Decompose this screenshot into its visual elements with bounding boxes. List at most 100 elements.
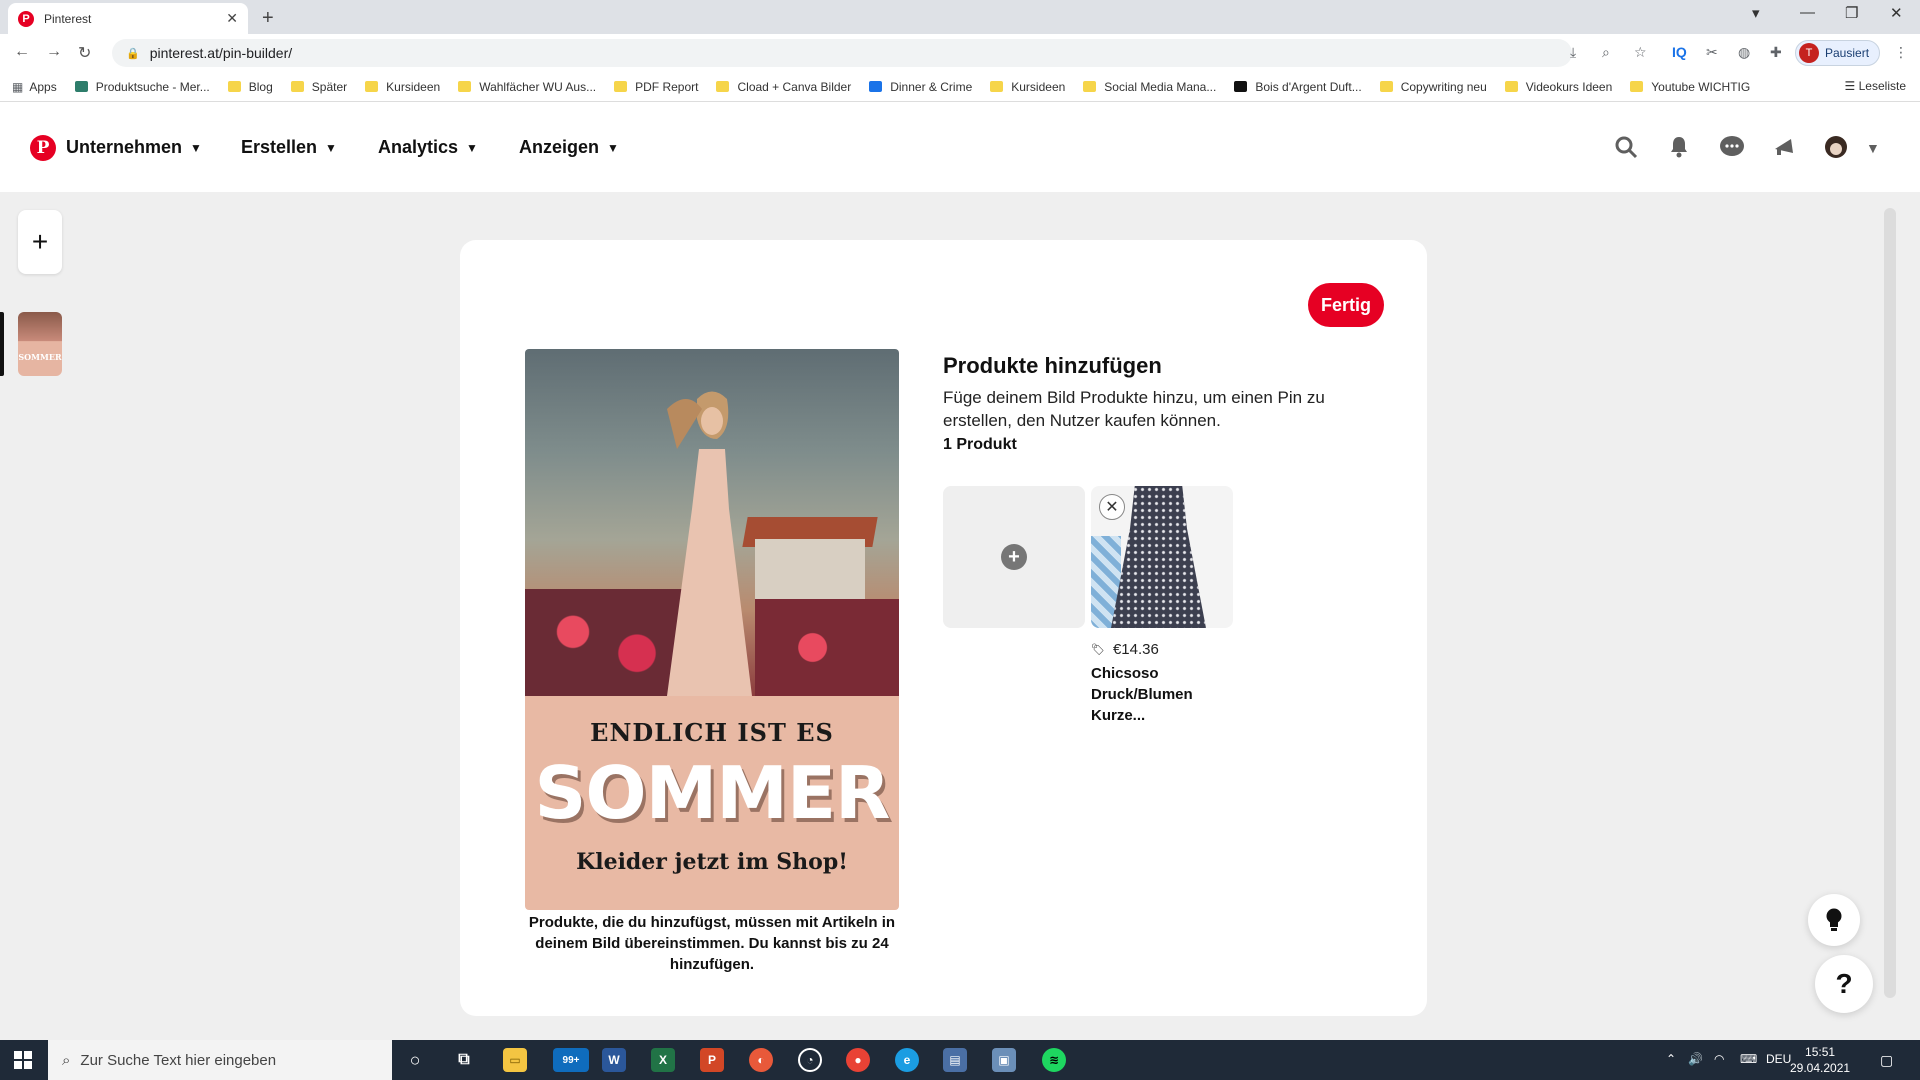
bookmark-item[interactable]: PDF Report — [614, 80, 698, 94]
windows-start-icon[interactable] — [14, 1051, 32, 1069]
site-icon — [869, 81, 883, 92]
excel-icon[interactable]: X — [651, 1048, 675, 1072]
minimize-icon[interactable]: — — [1800, 4, 1815, 21]
word-icon[interactable]: W — [602, 1048, 626, 1072]
products-title: Produkte hinzufügen — [943, 353, 1162, 378]
pinterest-logo-icon[interactable]: P — [30, 135, 56, 161]
back-icon[interactable]: ← — [14, 43, 30, 61]
banner-line-2: SOMMER — [534, 751, 891, 835]
chrome-icon[interactable]: ● — [846, 1048, 870, 1072]
bookmark-item[interactable]: Produktsuche - Mer... — [74, 80, 210, 94]
add-product-button[interactable]: + — [943, 486, 1085, 628]
nav-anzeigen[interactable]: Anzeigen ▼ — [519, 137, 619, 158]
product-tagging-card: Fertig ENDLICH IST ES SOMMER Kleider jet… — [460, 240, 1427, 1016]
bookmark-item[interactable]: Kursideen — [365, 80, 440, 94]
tips-button[interactable] — [1808, 894, 1860, 946]
extension-2-icon[interactable]: ◍ — [1738, 44, 1750, 61]
products-description: Füge deinem Bild Produkte hinzu, um eine… — [943, 388, 1325, 430]
search-icon: ⌕ — [62, 1051, 71, 1069]
bookmark-item[interactable]: Cload + Canva Bilder — [716, 80, 851, 94]
profile-button[interactable]: T Pausiert — [1795, 40, 1881, 66]
volume-icon[interactable]: 🔊 — [1688, 1052, 1703, 1066]
keyboard-icon[interactable]: ⌨ — [1740, 1052, 1757, 1066]
bookmark-item[interactable]: Youtube WICHTIG — [1630, 80, 1750, 94]
restore-icon[interactable]: ❐ — [1845, 4, 1858, 22]
task-view-icon[interactable]: ⧉ — [452, 1048, 476, 1072]
iq-extension-icon[interactable]: IQ — [1672, 44, 1687, 60]
language-indicator[interactable]: DEU — [1766, 1052, 1791, 1066]
extension-icon[interactable]: ✂ — [1706, 44, 1718, 61]
lightbulb-icon — [1826, 908, 1842, 931]
notifications-bell-icon[interactable] — [1667, 135, 1691, 159]
chevron-down-icon: ▼ — [466, 140, 478, 155]
done-button[interactable]: Fertig — [1308, 283, 1384, 327]
powerpoint-icon[interactable]: P — [700, 1048, 724, 1072]
edge-icon[interactable]: e — [895, 1048, 919, 1072]
add-pin-button[interactable]: + — [18, 210, 62, 274]
mail-icon[interactable]: 99+ — [553, 1048, 589, 1072]
bookmark-item[interactable]: Blog — [227, 80, 273, 94]
reading-list[interactable]: ☰ Leseliste — [1845, 79, 1906, 93]
cortana-icon[interactable]: ○ — [403, 1048, 427, 1072]
puzzle-icon[interactable]: ✚ — [1770, 44, 1782, 61]
nav-unternehmen[interactable]: Unternehmen ▼ — [66, 137, 202, 158]
folder-icon — [1504, 81, 1518, 92]
banner-line-1: ENDLICH IST ES — [590, 718, 834, 747]
nav-analytics[interactable]: Analytics ▼ — [378, 137, 478, 158]
notification-center-icon[interactable]: ▢ — [1880, 1052, 1893, 1069]
bookmark-item[interactable]: Kursideen — [990, 80, 1065, 94]
pin-draft-thumbnail[interactable]: SOMMER — [18, 312, 62, 376]
app-3-icon[interactable]: ▤ — [943, 1048, 967, 1072]
account-avatar-icon[interactable] — [1824, 135, 1848, 159]
file-explorer-icon[interactable]: ▭ — [503, 1048, 527, 1072]
search-icon[interactable] — [1614, 135, 1638, 159]
bookmark-item[interactable]: Copywriting neu — [1379, 80, 1487, 94]
forward-icon[interactable]: → — [46, 43, 62, 61]
bookmark-item[interactable]: Wahlfächer WU Aus... — [458, 80, 596, 94]
remove-product-icon[interactable]: ✕ — [1099, 494, 1125, 520]
apps-grid-icon: ▦ — [12, 79, 24, 94]
reload-icon[interactable]: ↻ — [78, 43, 91, 63]
page-scrollbar[interactable] — [1884, 208, 1896, 998]
taskbar-clock[interactable]: 15:51 29.04.2021 — [1790, 1044, 1850, 1076]
nav-erstellen[interactable]: Erstellen ▼ — [241, 137, 337, 158]
app-icon[interactable]: ◐ — [749, 1048, 773, 1072]
tray-chevron-up-icon[interactable]: ⌃ — [1666, 1052, 1676, 1066]
folder-icon — [716, 81, 730, 92]
tab-search-icon[interactable]: ▾ — [1752, 4, 1760, 22]
folder-icon — [614, 81, 628, 92]
avatar: T — [1799, 43, 1819, 63]
product-tile[interactable]: ✕ — [1091, 486, 1233, 628]
bookmark-item[interactable]: Bois d'Argent Duft... — [1234, 80, 1362, 94]
account-chevron-down-icon[interactable]: ▼ — [1866, 140, 1880, 156]
new-tab-icon[interactable]: + — [262, 7, 274, 30]
tab-pinterest[interactable]: P Pinterest ✕ — [8, 3, 248, 34]
close-tab-icon[interactable]: ✕ — [226, 10, 238, 27]
bookmark-item[interactable]: Social Media Mana... — [1083, 80, 1216, 94]
announcements-icon[interactable] — [1772, 135, 1796, 159]
app-4-icon[interactable]: ▣ — [992, 1048, 1016, 1072]
spotify-icon[interactable]: ≋ — [1042, 1048, 1066, 1072]
price-tag-icon: 🏷 — [1091, 644, 1105, 656]
help-button[interactable]: ? — [1815, 955, 1873, 1013]
app-2-icon[interactable]: ◔ — [798, 1048, 822, 1072]
bookmark-item[interactable]: Dinner & Crime — [869, 80, 972, 94]
zoom-icon[interactable]: ⌕ — [1602, 44, 1610, 61]
taskbar-search-input[interactable]: ⌕ Zur Suche Text hier eingeben — [48, 1040, 392, 1080]
pinterest-favicon-icon: P — [18, 10, 34, 27]
browser-tabstrip: P Pinterest ✕ + ▾ — ❐ ✕ — [0, 0, 1920, 34]
close-window-icon[interactable]: ✕ — [1890, 4, 1903, 22]
folder-icon — [290, 81, 304, 92]
chevron-down-icon: ▼ — [190, 140, 202, 155]
bookmark-apps[interactable]: ▦ Apps — [12, 80, 57, 94]
bookmark-star-icon[interactable]: ☆ — [1634, 44, 1647, 61]
product-name[interactable]: Chicsoso Druck/Blumen Kurze... — [1091, 663, 1231, 726]
wifi-icon[interactable]: ◠ — [1714, 1052, 1724, 1066]
address-bar[interactable]: 🔒 pinterest.at/pin-builder/ — [112, 39, 1572, 67]
install-icon[interactable]: ⤓ — [1570, 44, 1576, 61]
bookmark-item[interactable]: Videokurs Ideen — [1504, 80, 1612, 94]
menu-icon[interactable]: ⋮ — [1894, 44, 1908, 61]
browser-toolbar: ← → ↻ 🔒 pinterest.at/pin-builder/ ⤓ ⌕ ☆ … — [0, 34, 1920, 72]
bookmark-item[interactable]: Später — [290, 80, 347, 94]
messages-icon[interactable] — [1719, 135, 1745, 159]
